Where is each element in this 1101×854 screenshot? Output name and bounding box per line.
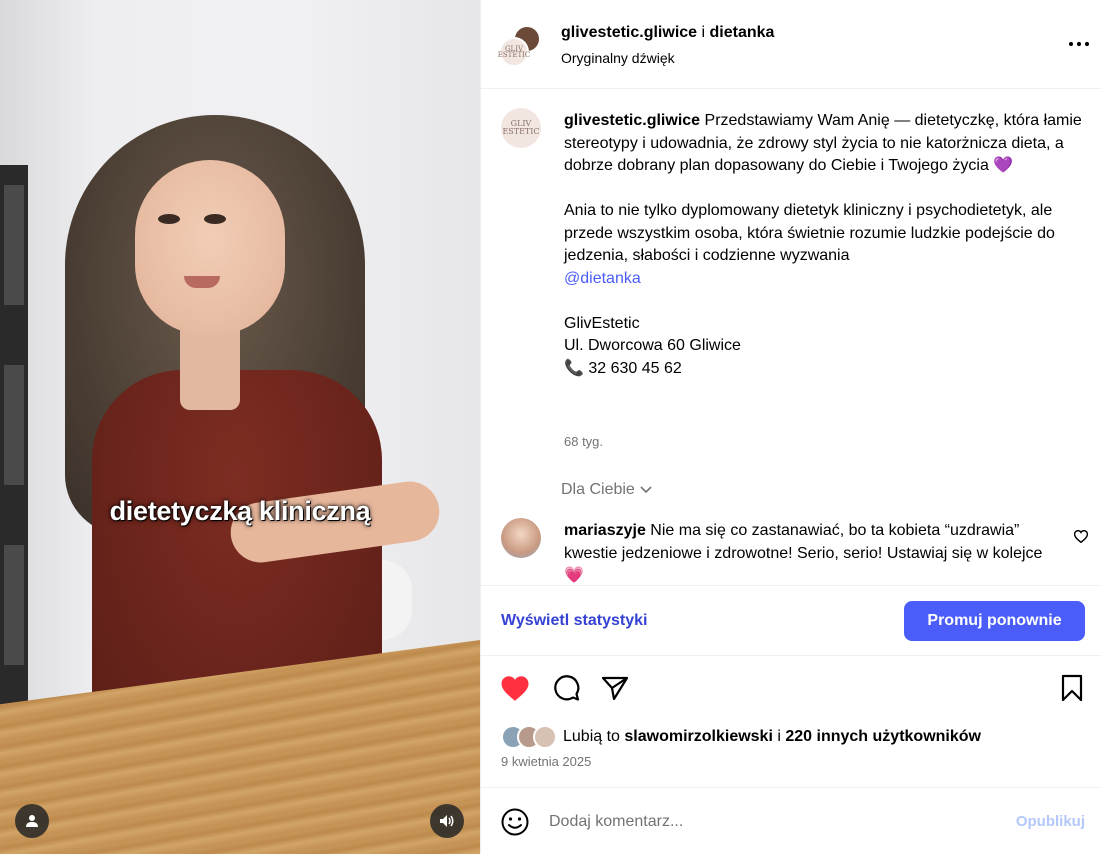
mention-link[interactable]: @dietanka: [564, 268, 1084, 291]
likes-text: Lubią to slawomirzolkiewski i 220 innych…: [563, 728, 981, 746]
avatar-glivestetic[interactable]: GLIV ESTETIC: [498, 37, 530, 67]
liker-avatar: [533, 725, 557, 749]
caption-username[interactable]: glivestetic.gliwice: [564, 112, 700, 129]
caption-paragraph-2: Ania to nie tylko dyplomowany dietetyk k…: [564, 202, 1055, 264]
like-button[interactable]: [497, 670, 533, 706]
smiley-icon: [501, 808, 529, 836]
for-you-label: Dla Ciebie: [561, 481, 635, 498]
audio-link[interactable]: Oryginalny dźwięk: [561, 50, 675, 66]
business-name: GlivEstetic: [564, 314, 640, 332]
business-phone: 32 630 45 62: [588, 359, 682, 377]
likes-others-link[interactable]: 220 innych użytkowników: [785, 728, 981, 745]
comment-bubble-icon: [554, 675, 580, 701]
video-caption: dietetyczką kliniczną: [109, 496, 371, 526]
business-address: Ul. Dworcowa 60 Gliwice: [564, 337, 741, 354]
heart-emoji: 💗: [564, 567, 584, 584]
heart-outline-icon: [1073, 529, 1089, 544]
commenter-username[interactable]: mariaszyje: [564, 522, 646, 539]
person-face: [135, 160, 285, 335]
heart-filled-icon: [501, 675, 529, 701]
post-content: GLIV ESTETIC glivestetic.gliwice Przedst…: [481, 90, 1101, 584]
more-options-button[interactable]: [1066, 34, 1092, 54]
publish-comment-button[interactable]: Opublikuj: [1016, 813, 1085, 830]
post-date: 9 kwietnia 2025: [501, 754, 592, 769]
share-button[interactable]: [597, 670, 633, 706]
phone-icon: 📞: [564, 359, 584, 377]
likes-prefix: Lubią to: [563, 728, 620, 745]
bookshelf: [0, 165, 28, 725]
author-link-dietanka[interactable]: dietanka: [710, 24, 775, 41]
more-horizontal-icon: [1069, 42, 1089, 46]
likes-and: i: [777, 728, 781, 745]
paper-plane-icon: [601, 676, 629, 701]
insights-bar: Wyświetl statystyki Promuj ponownie: [481, 585, 1101, 656]
liker-username-link[interactable]: slawomirzolkiewski: [624, 728, 773, 745]
speaker-icon: [440, 815, 454, 827]
comment-input[interactable]: [549, 810, 979, 834]
post-header: GLIV ESTETIC glivestetic.gliwice i dieta…: [481, 0, 1101, 89]
user-icon: [26, 815, 38, 827]
comment-text: mariaszyje Nie ma się co zastanawiać, bo…: [564, 520, 1054, 584]
author-link-glivestetic[interactable]: glivestetic.gliwice: [561, 24, 697, 41]
person-eye-left: [158, 214, 180, 224]
person-eye-right: [204, 214, 226, 224]
view-insights-link[interactable]: Wyświetl statystyki: [501, 612, 647, 630]
for-you-dropdown[interactable]: Dla Ciebie: [561, 481, 653, 499]
caption-author-avatar[interactable]: GLIV ESTETIC: [501, 108, 541, 148]
purple-heart-emoji: 💜: [993, 157, 1014, 174]
post-actions: [481, 670, 1101, 710]
video-player[interactable]: dietetyczką kliniczną: [0, 0, 480, 854]
collab-avatars[interactable]: GLIV ESTETIC: [498, 25, 545, 71]
add-comment-bar: Opublikuj: [481, 787, 1101, 854]
commenter-avatar[interactable]: [501, 518, 541, 558]
comment-button[interactable]: [548, 670, 584, 706]
likes-summary[interactable]: Lubią to slawomirzolkiewski i 220 innych…: [501, 724, 981, 750]
chevron-down-icon: [640, 486, 652, 494]
save-button[interactable]: [1054, 670, 1090, 706]
post-caption: glivestetic.gliwice Przedstawiamy Wam An…: [564, 110, 1084, 380]
comment-like-button[interactable]: [1073, 529, 1089, 548]
boost-again-button[interactable]: Promuj ponownie: [904, 601, 1085, 641]
post-time[interactable]: 68 tyg.: [564, 434, 603, 449]
tagged-users-button[interactable]: [15, 804, 49, 838]
emoji-picker-button[interactable]: [501, 808, 529, 836]
post-panel: GLIV ESTETIC glivestetic.gliwice i dieta…: [480, 0, 1101, 854]
author-separator: i: [701, 24, 706, 41]
post-authors: glivestetic.gliwice i dietanka: [561, 24, 774, 42]
sound-toggle-button[interactable]: [430, 804, 464, 838]
bookmark-icon: [1061, 674, 1083, 702]
